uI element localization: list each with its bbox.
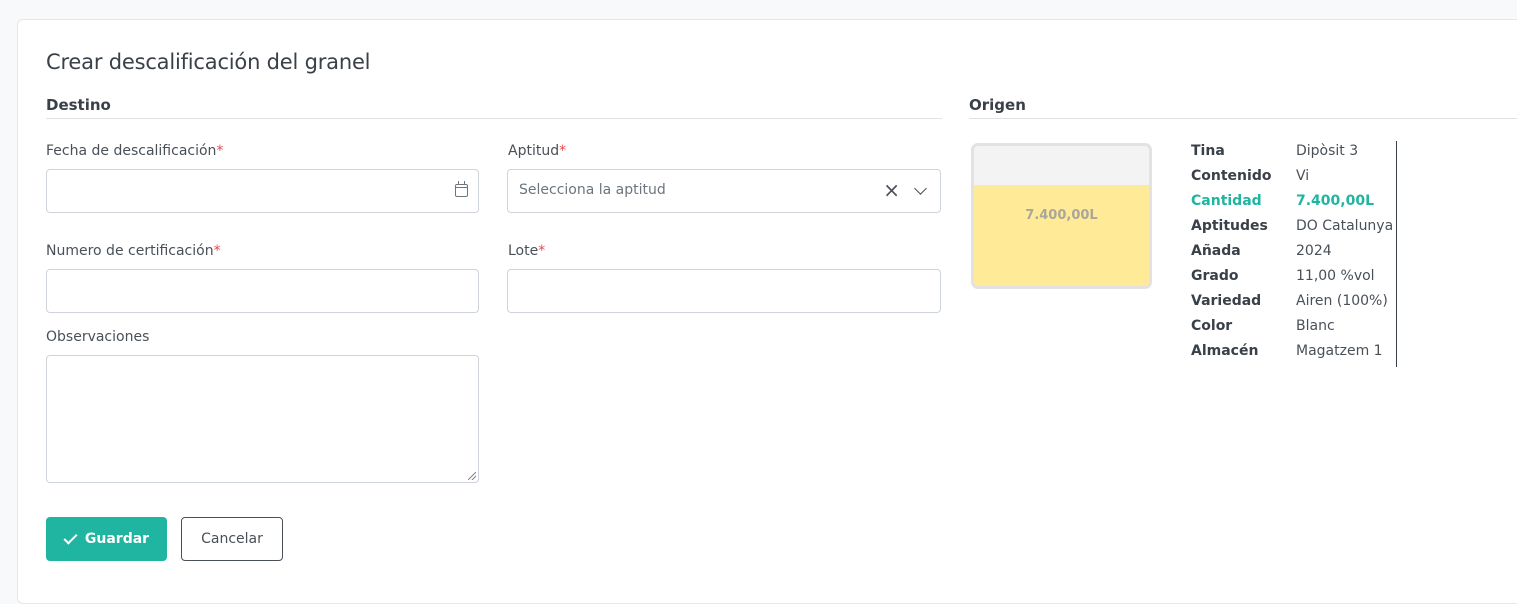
lote-label: Lote*	[508, 243, 546, 259]
chevron-down-icon[interactable]	[914, 182, 927, 195]
observaciones-textarea[interactable]	[46, 355, 479, 483]
certificacion-label: Numero de certificación*	[46, 243, 221, 259]
details-divider	[1396, 141, 1397, 367]
fecha-descalificacion-input[interactable]	[46, 169, 479, 213]
aptitud-placeholder: Selecciona la aptitud	[519, 182, 666, 198]
aptitud-select[interactable]: Selecciona la aptitud ×	[507, 169, 941, 213]
section-heading-origen: Origen	[969, 96, 1517, 119]
lote-input[interactable]	[507, 269, 941, 313]
page-title: Crear descalificación del granel	[46, 50, 371, 74]
observaciones-label: Observaciones	[46, 329, 150, 345]
resize-handle-icon[interactable]	[468, 472, 476, 480]
tank-level-gauge: 7.400,00L	[971, 143, 1152, 289]
tank-quantity-label: 7.400,00L	[1025, 208, 1098, 223]
check-icon	[63, 529, 78, 545]
close-icon[interactable]: ×	[883, 179, 900, 201]
aptitud-label: Aptitud*	[508, 143, 567, 159]
save-button-label: Guardar	[84, 531, 150, 547]
cancel-button[interactable]: Cancelar	[181, 517, 283, 561]
tank-fill	[974, 185, 1149, 286]
section-heading-destino: Destino	[46, 96, 942, 119]
fecha-label: Fecha de descalificación*	[46, 143, 224, 159]
numero-certificacion-input[interactable]	[46, 269, 479, 313]
calendar-icon[interactable]	[455, 181, 468, 197]
save-button[interactable]: Guardar	[46, 517, 167, 561]
